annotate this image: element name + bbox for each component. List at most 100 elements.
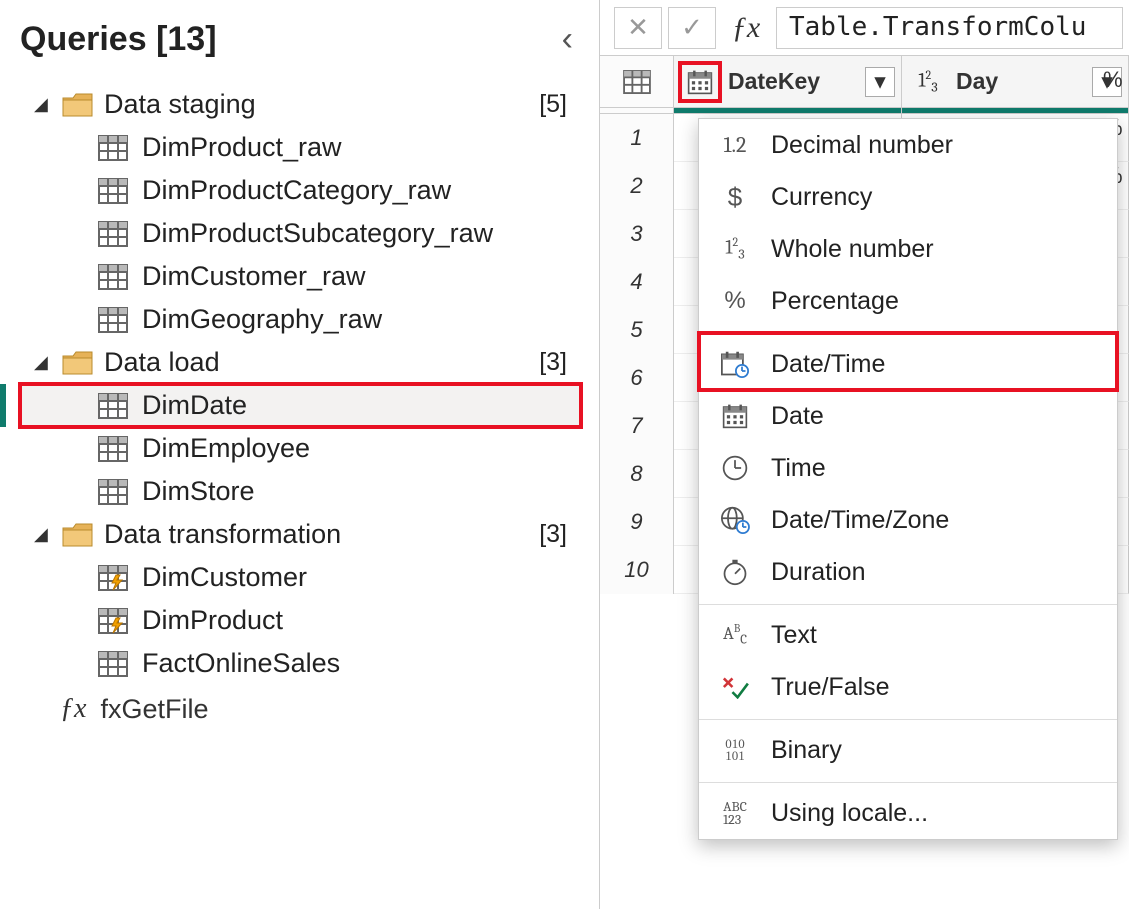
type-menu-label: True/False	[771, 673, 890, 702]
type-menu-label: Time	[771, 454, 826, 483]
type-menu-label: Currency	[771, 183, 872, 212]
whole-icon: 123	[717, 233, 753, 265]
query-item[interactable]: DimProduct	[20, 599, 581, 642]
type-menu-item-datetime[interactable]: Date/Time	[699, 333, 1117, 390]
type-menu-item-percent[interactable]: % Percentage	[699, 275, 1117, 327]
function-item[interactable]: ƒx fxGetFile	[20, 685, 581, 733]
row-number[interactable]: 1	[600, 114, 674, 162]
query-label: DimCustomer_raw	[142, 261, 366, 292]
table-icon	[98, 307, 128, 333]
query-item[interactable]: DimCustomer_raw	[20, 255, 581, 298]
collapse-chevron-icon[interactable]: ‹	[554, 20, 581, 59]
row-number[interactable]: 8	[600, 450, 674, 498]
fx-icon[interactable]: ƒx	[722, 7, 770, 49]
folder-row[interactable]: ◢ Data transformation [3]	[20, 513, 581, 556]
type-menu-label: Date/Time	[771, 350, 885, 379]
query-label: DimCustomer	[142, 562, 307, 593]
query-item[interactable]: DimProductCategory_raw	[20, 169, 581, 212]
folder-icon	[62, 92, 94, 118]
type-menu-item-whole[interactable]: 123 Whole number	[699, 223, 1117, 275]
bool-icon	[717, 671, 753, 703]
table-icon	[623, 70, 651, 94]
column-name: Day	[956, 68, 998, 95]
folder-row[interactable]: ◢ Data load [3]	[20, 341, 581, 384]
currency-icon: $	[717, 181, 753, 213]
query-item[interactable]: DimGeography_raw	[20, 298, 581, 341]
table-icon	[98, 393, 128, 419]
cancel-formula-button[interactable]: ✕	[614, 7, 662, 49]
table-icon	[98, 651, 128, 677]
table-icon	[98, 479, 128, 505]
type-menu-item-bool[interactable]: True/False	[699, 661, 1117, 713]
type-icon-day[interactable]: 123	[908, 63, 948, 101]
whole-number-icon: 123	[918, 68, 937, 96]
select-all-button[interactable]	[600, 56, 674, 107]
query-item[interactable]: DimDate	[20, 384, 581, 427]
query-label: DimProductSubcategory_raw	[142, 218, 493, 249]
time-icon	[717, 452, 753, 484]
query-item[interactable]: FactOnlineSales	[20, 642, 581, 685]
table-icon	[98, 436, 128, 462]
expand-caret-icon: ◢	[34, 524, 52, 545]
row-number[interactable]: 9	[600, 498, 674, 546]
folder-count: [3]	[539, 348, 577, 377]
type-menu-label: Duration	[771, 558, 866, 587]
locale-icon: ABC123	[717, 797, 753, 829]
row-number[interactable]: 7	[600, 402, 674, 450]
type-menu-item-locale[interactable]: ABC123 Using locale...	[699, 782, 1117, 839]
query-label: DimGeography_raw	[142, 304, 382, 335]
row-number[interactable]: 6	[600, 354, 674, 402]
row-number[interactable]: 10	[600, 546, 674, 594]
row-number[interactable]: 4	[600, 258, 674, 306]
formula-input[interactable]: Table.TransformColu	[776, 7, 1123, 49]
query-label: DimStore	[142, 476, 255, 507]
queries-title: Queries [13]	[20, 20, 217, 59]
row-number[interactable]: 2	[600, 162, 674, 210]
type-menu-item-duration[interactable]: Duration	[699, 546, 1117, 598]
filter-dropdown-button[interactable]: ▾	[865, 67, 895, 97]
query-item[interactable]: DimProduct_raw	[20, 126, 581, 169]
table-lightning-icon	[98, 608, 128, 634]
type-menu-label: Percentage	[771, 287, 899, 316]
query-item[interactable]: DimEmployee	[20, 427, 581, 470]
folder-icon	[62, 350, 94, 376]
type-menu-item-date[interactable]: Date	[699, 390, 1117, 442]
type-menu-item-time[interactable]: Time	[699, 442, 1117, 494]
row-number[interactable]: 5	[600, 306, 674, 354]
binary-icon: 010101	[717, 734, 753, 766]
folder-label: Data staging	[104, 89, 256, 120]
expand-caret-icon: ◢	[34, 94, 52, 115]
type-menu-item-dtz[interactable]: Date/Time/Zone	[699, 494, 1117, 546]
folder-label: Data load	[104, 347, 220, 378]
datetime-icon	[717, 348, 753, 380]
table-icon	[98, 135, 128, 161]
query-item[interactable]: DimCustomer	[20, 556, 581, 599]
type-menu-item-text[interactable]: ABC Text	[699, 604, 1117, 661]
query-item[interactable]: DimProductSubcategory_raw	[20, 212, 581, 255]
folder-label: Data transformation	[104, 519, 341, 550]
calendar-icon	[686, 69, 714, 95]
column-header-day[interactable]: 123 Day ▾	[902, 56, 1129, 107]
folder-count: [3]	[539, 520, 577, 549]
date-icon	[717, 400, 753, 432]
type-menu-item-decimal[interactable]: 1.2 Decimal number	[699, 119, 1117, 171]
formula-bar: ✕ ✓ ƒx Table.TransformColu	[600, 0, 1129, 56]
type-menu-item-binary[interactable]: 010101 Binary	[699, 719, 1117, 776]
query-item[interactable]: DimStore	[20, 470, 581, 513]
type-menu-label: Decimal number	[771, 131, 953, 160]
type-icon-datekey[interactable]	[680, 63, 720, 101]
table-icon	[98, 264, 128, 290]
query-label: DimEmployee	[142, 433, 310, 464]
commit-formula-button[interactable]: ✓	[668, 7, 716, 49]
table-icon	[98, 178, 128, 204]
query-label: DimProduct_raw	[142, 132, 342, 163]
change-type-menu: 1.2 Decimal number$ Currency123 Whole nu…	[698, 118, 1118, 840]
percent-icon: %	[717, 285, 753, 317]
type-menu-label: Date/Time/Zone	[771, 506, 949, 535]
row-number[interactable]: 3	[600, 210, 674, 258]
expand-caret-icon: ◢	[34, 352, 52, 373]
query-label: DimProductCategory_raw	[142, 175, 451, 206]
column-header-datekey[interactable]: DateKey ▾	[674, 56, 902, 107]
type-menu-item-currency[interactable]: $ Currency	[699, 171, 1117, 223]
folder-row[interactable]: ◢ Data staging [5]	[20, 83, 581, 126]
